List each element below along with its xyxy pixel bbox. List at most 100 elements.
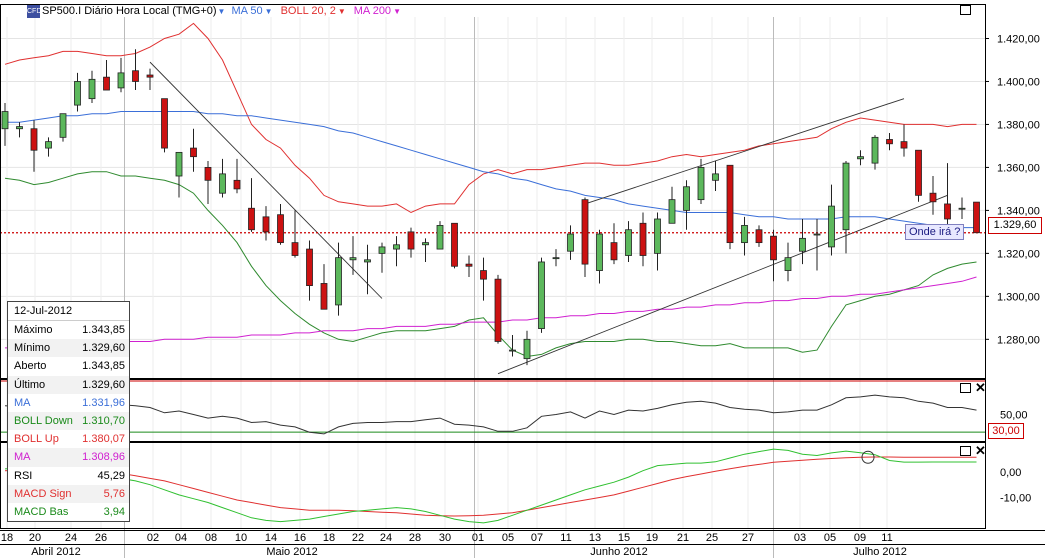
candle-body: [915, 149, 922, 196]
info-date: 12-Jul-2012: [8, 302, 129, 321]
info-value: 5,76: [103, 487, 125, 500]
price-tick-label: 1.400,00: [997, 76, 1040, 88]
chevron-down-icon[interactable]: ▼: [393, 7, 401, 16]
price-tick-label: 1.360,00: [997, 162, 1040, 174]
candle-body: [146, 74, 154, 78]
candle-body: [509, 349, 516, 352]
data-info-panel: 12-Jul-2012 Máximo 1.343,85 Mínimo 1.329,60…: [7, 301, 130, 523]
current-price-label: 1.329,60: [988, 217, 1042, 234]
candle-body: [407, 231, 415, 250]
time-tick-label: 07: [531, 532, 543, 544]
info-key: Mínimo: [14, 342, 51, 355]
candle-body: [567, 233, 574, 252]
candle-body: [393, 244, 400, 250]
candle-body: [683, 186, 690, 211]
candle-body: [625, 229, 632, 256]
boll-down-line: [4, 171, 977, 358]
candle-body: [204, 167, 212, 181]
candle-body: [103, 76, 110, 91]
candle-body: [813, 233, 821, 236]
time-tick-label: 11: [881, 532, 892, 544]
ma200-label[interactable]: MA 200: [354, 5, 391, 17]
candle-body: [335, 257, 342, 306]
time-tick-label: 04: [175, 532, 187, 544]
cfd-icon[interactable]: CFD: [27, 4, 41, 18]
candle-body: [88, 78, 96, 100]
maximize-pane-button[interactable]: [960, 5, 971, 15]
info-key: MACD Bas: [14, 505, 69, 518]
close-rsi-button[interactable]: ✕: [975, 381, 986, 394]
time-tick-label: 22: [352, 532, 364, 544]
macd-tick-label: 0,00: [1000, 467, 1021, 479]
candle-body: [277, 214, 284, 244]
info-row: MA 1.308,96: [8, 448, 129, 467]
time-tick-label: 11: [560, 532, 571, 544]
month-label: Maio 2012: [266, 546, 317, 558]
chart-canvas[interactable]: 1.420,00 1.400,00 1.380,00 1.360,00 1.340,00…: [0, 0, 1045, 558]
time-tick-label: 03: [794, 532, 806, 544]
time-tick-label: 30: [439, 532, 451, 544]
time-tick-label: 24: [380, 532, 392, 544]
annotation-label[interactable]: Onde irá ?: [905, 224, 965, 240]
candle-body: [900, 141, 908, 149]
info-row: RSI 45,29: [8, 467, 129, 485]
candle-body: [799, 237, 806, 252]
trendline: [497, 194, 948, 375]
chevron-down-icon[interactable]: ▼: [265, 7, 273, 16]
info-key: BOLL Down: [14, 414, 73, 427]
candle-body: [349, 257, 357, 261]
rsi-pane: [0, 380, 985, 435]
candle-body: [74, 81, 81, 106]
candle-body: [364, 259, 371, 263]
info-value: 1.380,07: [82, 433, 125, 446]
grid: [0, 17, 985, 558]
instrument-title[interactable]: SP500.I Diário Hora Local (TMG+0): [42, 5, 217, 17]
candle-body: [291, 242, 299, 256]
info-key: RSI: [14, 469, 33, 482]
info-row: Aberto 1.343,85: [8, 357, 129, 375]
time-tick-label: 16: [294, 532, 306, 544]
info-value: 1.343,85: [82, 324, 125, 336]
ma200-line: [5, 276, 977, 349]
candle-body: [886, 139, 893, 145]
info-row: Mínimo 1.329,60: [8, 339, 129, 358]
time-tick-label: 02: [147, 532, 159, 544]
candle-body: [219, 173, 226, 194]
axes: 1.420,00 1.400,00 1.380,00 1.360,00 1.340,00…: [0, 4, 1045, 558]
time-tick-label: 08: [205, 532, 217, 544]
candle-body: [233, 179, 241, 190]
maximize-macd-button[interactable]: [960, 446, 971, 456]
info-key: BOLL Up: [14, 433, 59, 446]
candle-body: [842, 162, 850, 231]
pane-frame: [0, 442, 986, 529]
info-row: MACD Sign 5,76: [8, 484, 129, 503]
candle-body: [828, 205, 835, 248]
candle-body: [784, 257, 792, 271]
candle-body: [436, 225, 444, 250]
rsi-tick-label: 50,00: [1000, 410, 1028, 422]
candle-body: [45, 141, 52, 149]
rsi-level-label: 30,00: [988, 423, 1024, 439]
info-row: Máximo 1.343,85: [8, 321, 129, 339]
candle-body: [610, 242, 618, 261]
price-tick-label: 1.300,00: [997, 291, 1040, 303]
price-tick-label: 1.280,00: [997, 334, 1040, 346]
chart-header: CFD SP500.I Diário Hora Local (TMG+0) ▼ …: [27, 4, 401, 18]
info-row: MACD Bas 3,94: [8, 503, 129, 521]
close-macd-button[interactable]: ✕: [975, 444, 986, 457]
macd-signal-line: [4, 456, 977, 517]
time-tick-label: 21: [677, 532, 689, 544]
ma50-label[interactable]: MA 50: [231, 5, 262, 17]
chevron-down-icon[interactable]: ▼: [218, 7, 226, 16]
info-row: BOLL Down 1.310,70: [8, 411, 129, 431]
info-key: MA: [14, 451, 31, 464]
candle-body: [712, 173, 719, 181]
boll-label[interactable]: BOLL 20, 2: [281, 5, 336, 17]
time-tick-label: 24: [65, 532, 77, 544]
info-key: MACD Sign: [14, 487, 72, 500]
maximize-rsi-button[interactable]: [960, 383, 971, 393]
chevron-down-icon[interactable]: ▼: [338, 7, 346, 16]
time-tick-label: 20: [29, 532, 41, 544]
candle-body: [770, 235, 777, 261]
info-key: MA: [14, 396, 31, 409]
